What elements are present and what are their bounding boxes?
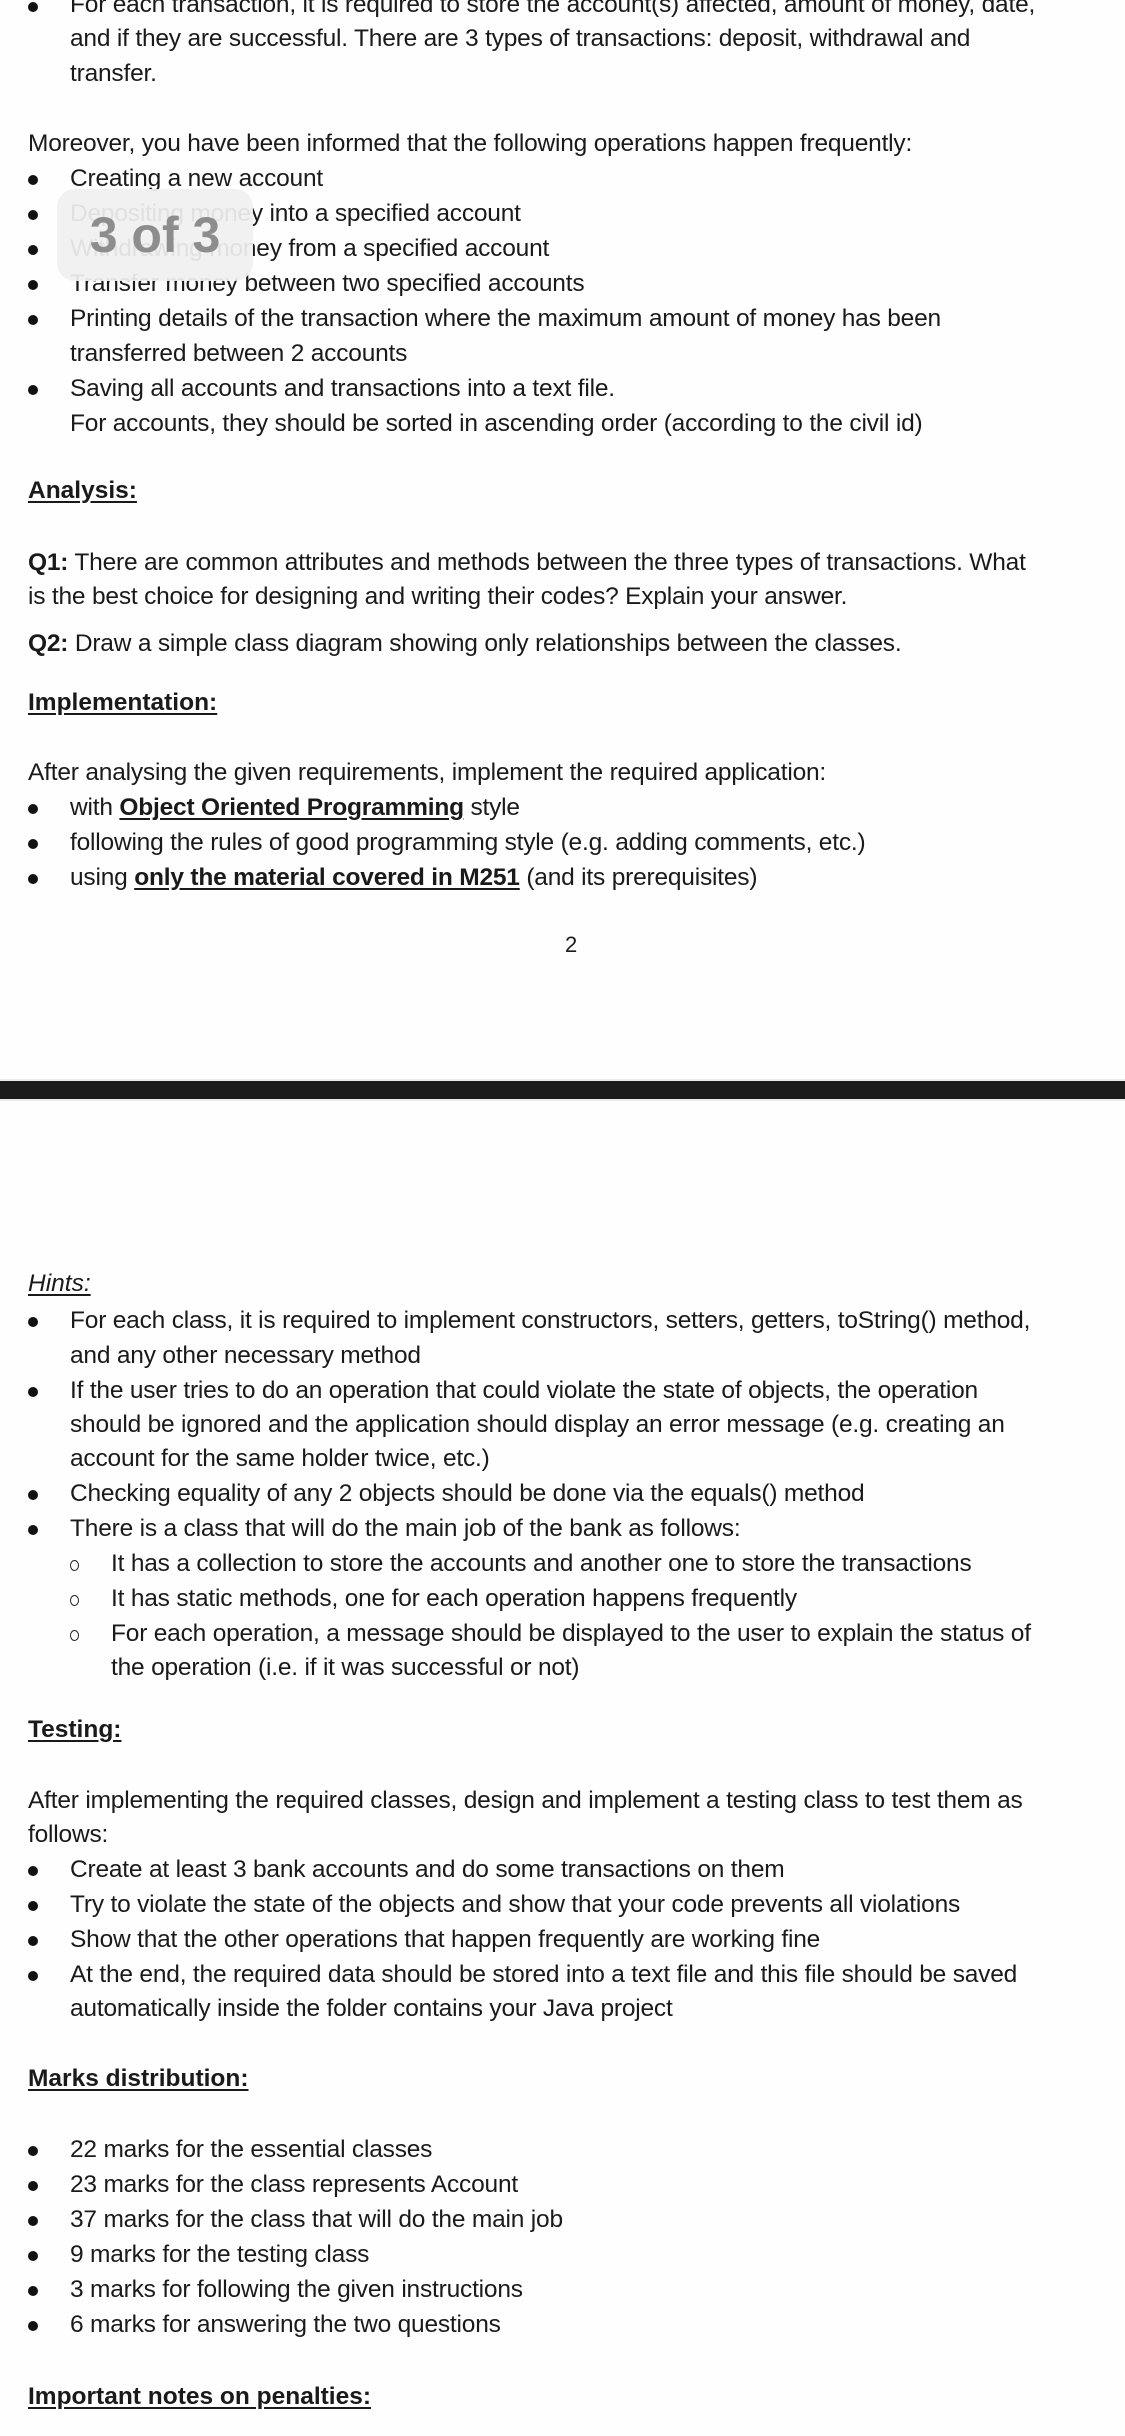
bullet-icon [28,2146,38,2156]
bullet-icon [28,280,38,290]
hint-item-cont: account for the same holder twice, etc.) [70,1445,490,1472]
transaction-bullet-line1: For each transaction, it is required to … [70,0,1036,18]
item-emphasis: only the material covered in M251 [134,864,520,891]
page-number: 2 [565,932,578,957]
q1-text: There are common attributes and methods … [68,549,1026,576]
q2-label: Q2: [28,630,69,657]
bullet-icon [28,1387,38,1397]
bullet-icon [28,175,38,185]
marks-item: 37 marks for the class that will do the … [70,2206,563,2233]
hint-sub-item: It has a collection to store the account… [111,1550,972,1577]
implementation-item: following the rules of good programming … [70,826,866,860]
marks-item: 23 marks for the class represents Accoun… [70,2171,518,2198]
operation-item-cont: For accounts, they should be sorted in a… [70,410,923,437]
bullet-icon [28,2321,38,2331]
implementation-intro: After analysing the given requirements, … [28,759,827,786]
bullet-icon [28,1490,38,1500]
item-text: (and its prerequisites) [519,864,758,891]
testing-item: Show that the other operations that happ… [70,1926,821,1953]
implementation-item: using only the material covered in M251 … [70,861,758,895]
hint-sub-item: For each operation, a message should be … [111,1620,1031,1647]
hint-item: If the user tries to do an operation tha… [70,1377,978,1404]
bullet-icon [28,839,38,849]
q2-line: Q2: Draw a simple class diagram showing … [28,627,902,661]
marks-item: 9 marks for the testing class [70,2241,370,2268]
hint-item: For each class, it is required to implem… [70,1307,1031,1334]
operations-intro: Moreover, you have been informed that th… [28,130,913,157]
q1-line1: Q1: There are common attributes and meth… [28,546,1026,580]
bullet-icon [28,2181,38,2191]
hint-item: There is a class that will do the main j… [70,1515,741,1542]
hint-sub-item-cont: the operation (i.e. if it was successful… [111,1654,580,1681]
implementation-heading: Implementation: [28,689,218,716]
q1-line2: is the best choice for designing and wri… [28,583,848,610]
analysis-heading: Analysis: [28,477,137,504]
item-text: style [463,794,520,821]
transaction-bullet-line3: transfer. [70,60,157,87]
item-text: using [70,864,135,891]
testing-heading: Testing: [28,1716,122,1743]
circle-bullet-icon [70,1630,79,1641]
hint-item-cont: should be ignored and the application sh… [70,1411,1005,1438]
marks-item: 3 marks for following the given instruct… [70,2276,523,2303]
bullet-icon [28,1971,38,1981]
bullet-icon [28,1901,38,1911]
testing-item: Try to violate the state of the objects … [70,1891,961,1918]
document-page-3: Hints: For each class, it is required to… [0,1101,1125,2436]
operation-item: Saving all accounts and transactions int… [70,375,615,402]
testing-item: At the end, the required data should be … [70,1961,1018,1988]
testing-item: Create at least 3 bank accounts and do s… [70,1856,785,1883]
operation-item: Printing details of the transaction wher… [70,305,941,332]
testing-intro-line2: follows: [28,1821,109,1848]
marks-heading: Marks distribution: [28,2065,249,2092]
document-page-2: For each transaction, it is required to … [0,0,1125,1079]
page-indicator: 3 of 3 [57,189,253,281]
q2-text: Draw a simple class diagram showing only… [68,630,902,657]
transaction-bullet-line2: and if they are successful. There are 3 … [70,25,971,52]
circle-bullet-icon [70,1595,79,1606]
hint-sub-item: It has static methods, one for each oper… [111,1585,797,1612]
penalties-heading: Important notes on penalties: [28,2383,372,2410]
hint-item: Checking equality of any 2 objects shoul… [70,1480,865,1507]
marks-item: 6 marks for answering the two questions [70,2311,501,2338]
hints-heading: Hints: [28,1270,91,1297]
bullet-icon [28,2251,38,2261]
marks-item: 22 marks for the essential classes [70,2136,433,2163]
operation-item-cont: transferred between 2 accounts [70,340,408,367]
implementation-item: with Object Oriented Programming style [70,791,520,825]
circle-bullet-icon [70,1560,79,1571]
page-indicator-label: 3 of 3 [89,207,221,263]
page-separator [0,1079,1125,1101]
testing-item-cont: automatically inside the folder contains… [70,1995,673,2022]
bullet-icon [28,210,38,220]
item-text: with [70,794,120,821]
hint-item-cont: and any other necessary method [70,1342,421,1369]
bullet-icon [28,2286,38,2296]
item-text: following the rules of good programming … [70,829,866,856]
item-emphasis: Object Oriented Programming [119,794,464,821]
bullet-icon [28,1866,38,1876]
bullet-icon [28,315,38,325]
bullet-icon [28,385,38,395]
bullet-icon [28,1936,38,1946]
bullet-icon [28,804,38,814]
bullet-icon [28,245,38,255]
bullet-icon [28,1317,38,1327]
q1-label: Q1: [28,549,69,576]
bullet-icon [28,2216,38,2226]
testing-intro-line1: After implementing the required classes,… [28,1787,1023,1814]
bullet-icon [28,2,38,12]
bullet-icon [28,874,38,884]
bullet-icon [28,1525,38,1535]
